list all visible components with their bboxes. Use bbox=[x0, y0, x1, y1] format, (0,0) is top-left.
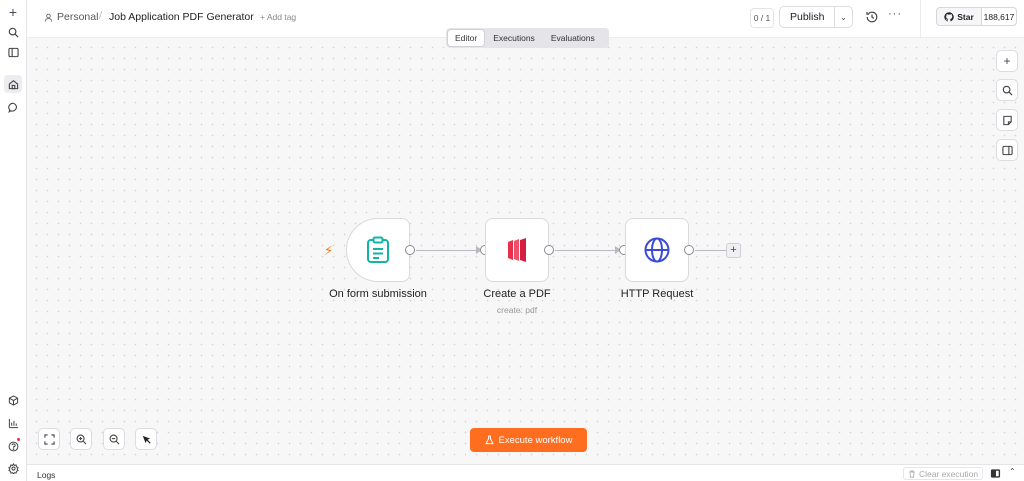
templates-icon[interactable] bbox=[4, 391, 22, 409]
pdf-logo-icon bbox=[508, 238, 526, 262]
output-handle[interactable] bbox=[405, 245, 415, 255]
tab-editor[interactable]: Editor bbox=[448, 30, 485, 46]
add-sticky-note-button[interactable] bbox=[996, 109, 1018, 131]
node-create-a-pdf[interactable] bbox=[485, 218, 549, 282]
execute-workflow-button[interactable]: Execute workflow bbox=[470, 428, 587, 452]
output-handle[interactable] bbox=[544, 245, 554, 255]
header-divider bbox=[920, 0, 921, 38]
plus-icon[interactable]: + bbox=[4, 3, 22, 21]
github-star-label: Star bbox=[957, 11, 974, 22]
node-http-request[interactable] bbox=[625, 218, 689, 282]
add-next-node-button[interactable]: + bbox=[726, 243, 741, 258]
panel-layout-icon[interactable] bbox=[990, 468, 1001, 479]
zoom-out-button[interactable] bbox=[103, 428, 125, 450]
add-node-button[interactable]: + bbox=[996, 50, 1018, 72]
version-counter: 0 / 1 bbox=[750, 8, 774, 28]
panel-icon bbox=[1001, 145, 1013, 155]
github-icon bbox=[944, 11, 954, 21]
clipboard-icon bbox=[367, 236, 389, 263]
search-nodes-button[interactable] bbox=[996, 79, 1018, 101]
node-on-form-submission[interactable] bbox=[346, 218, 410, 282]
node-subtitle: create: pdf bbox=[496, 305, 538, 315]
panel-icon[interactable] bbox=[4, 43, 22, 61]
breadcrumb-owner[interactable]: Personal bbox=[44, 11, 98, 23]
more-options-icon[interactable]: ··· bbox=[888, 8, 902, 20]
node-label: On form submission bbox=[329, 288, 427, 300]
connection-edge bbox=[695, 250, 726, 251]
insights-icon[interactable] bbox=[4, 414, 22, 432]
trigger-bolt-icon: ⚡ bbox=[324, 243, 334, 258]
globe-icon bbox=[644, 237, 670, 263]
sticky-note-icon bbox=[1002, 115, 1012, 125]
tab-executions[interactable]: Executions bbox=[486, 30, 542, 46]
node-label: Create a PDF bbox=[483, 288, 551, 300]
zoom-in-icon bbox=[76, 434, 86, 444]
select-mode-icon bbox=[142, 435, 151, 444]
connection-edge[interactable] bbox=[555, 250, 616, 251]
fit-view-button[interactable] bbox=[38, 428, 60, 450]
tab-evaluations[interactable]: Evaluations bbox=[544, 30, 602, 46]
trash-icon bbox=[909, 470, 915, 478]
logs-panel[interactable]: Logs Clear execution ⌃ bbox=[27, 464, 1024, 481]
workflow-name[interactable]: Job Application PDF Generator bbox=[109, 11, 254, 23]
logs-title: Logs bbox=[37, 470, 56, 480]
zoom-out-icon bbox=[109, 434, 119, 444]
search-icon[interactable] bbox=[4, 23, 22, 41]
github-star-count[interactable]: 188,617 bbox=[981, 7, 1017, 26]
chat-icon[interactable] bbox=[4, 98, 22, 116]
toggle-panel-button[interactable] bbox=[996, 139, 1018, 161]
clear-execution-label: Clear execution bbox=[919, 468, 979, 479]
node-label: HTTP Request bbox=[620, 288, 694, 300]
view-tabs: Editor Executions Evaluations bbox=[446, 28, 609, 48]
zoom-in-button[interactable] bbox=[70, 428, 92, 450]
breadcrumb-separator: / bbox=[99, 10, 103, 22]
execute-workflow-label: Execute workflow bbox=[498, 434, 573, 446]
flask-icon bbox=[484, 435, 494, 445]
publish-label: Publish bbox=[790, 11, 825, 23]
connection-edge[interactable] bbox=[416, 250, 477, 251]
search-icon bbox=[1002, 85, 1013, 96]
output-handle[interactable] bbox=[684, 245, 694, 255]
left-sidebar: + bbox=[0, 0, 27, 481]
history-icon[interactable] bbox=[864, 9, 880, 25]
add-tag-button[interactable]: + Add tag bbox=[260, 12, 296, 22]
github-star-button[interactable]: Star bbox=[936, 7, 982, 26]
chevron-down-icon[interactable]: ⌄ bbox=[834, 7, 852, 27]
home-icon[interactable] bbox=[4, 75, 22, 93]
help-icon[interactable] bbox=[4, 437, 22, 455]
fit-view-icon bbox=[43, 433, 55, 445]
plus-icon: + bbox=[1003, 54, 1011, 68]
notification-dot bbox=[17, 438, 20, 441]
publish-button[interactable]: Publish ⌄ bbox=[779, 6, 853, 28]
user-icon bbox=[44, 13, 53, 22]
chevron-up-icon[interactable]: ⌃ bbox=[1009, 467, 1016, 476]
select-mode-button[interactable] bbox=[135, 428, 157, 450]
settings-icon[interactable] bbox=[4, 459, 22, 477]
clear-execution-button[interactable]: Clear execution bbox=[903, 467, 984, 480]
breadcrumb-owner-label: Personal bbox=[57, 11, 99, 23]
